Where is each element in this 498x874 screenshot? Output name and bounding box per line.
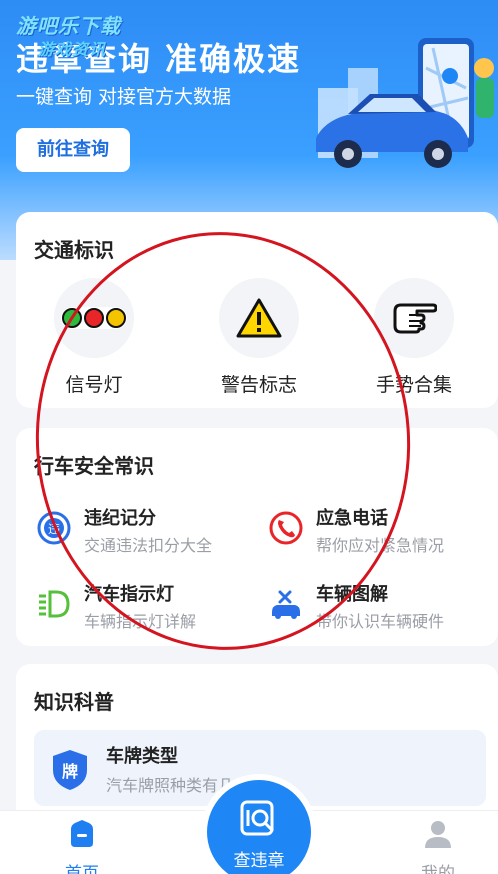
item-title: 汽车指示灯 [84, 584, 174, 605]
svg-text:违: 违 [48, 522, 60, 536]
traffic-light-icon [54, 278, 134, 358]
dashboard-light-item[interactable]: 汽车指示灯 车辆指示灯详解 [36, 580, 256, 634]
item-desc: 车辆指示灯详解 [84, 612, 197, 631]
car-diagram-icon [272, 590, 300, 619]
car-diagram-item[interactable]: 车辆图解 带你认识车辆硬件 [268, 580, 488, 634]
home-icon [71, 820, 93, 847]
user-icon [425, 821, 451, 848]
item-desc: 汽车牌照种类有几 [106, 776, 235, 795]
warning-sign-item[interactable]: 警告标志 [199, 278, 319, 397]
search-document-icon [240, 800, 274, 836]
tab-label: 首页 [65, 864, 99, 874]
query-violation-button[interactable]: 查违章 [207, 780, 311, 874]
item-title: 应急电话 [316, 508, 388, 529]
item-desc: 交通违法扣分大全 [84, 536, 213, 555]
license-plate-shield-icon: 牌 [53, 750, 87, 790]
emergency-phone-icon [269, 511, 303, 545]
section-title: 知识科普 [34, 690, 114, 714]
traffic-signs-card: 交通标识 信号灯 警告标志 手势合集 [16, 212, 498, 408]
traffic-light-item[interactable]: 信号灯 [34, 278, 154, 397]
tab-home[interactable]: 首页 [32, 817, 132, 874]
sign-label: 警告标志 [220, 374, 297, 396]
violation-points-icon: 违 [37, 511, 71, 545]
item-title: 车辆图解 [316, 584, 388, 605]
item-desc: 带你认识车辆硬件 [316, 612, 445, 631]
watermark-logo: 游吧乐下载 [16, 14, 121, 38]
car-phone-illustration [316, 38, 494, 168]
sign-label: 信号灯 [65, 374, 123, 396]
hand-gesture-item[interactable]: 手势合集 [354, 278, 474, 397]
hand-gesture-icon [374, 278, 454, 358]
section-title: 交通标识 [34, 238, 114, 262]
item-desc: 帮你应对紧急情况 [316, 536, 445, 555]
emergency-phone-item[interactable]: 应急电话 帮你应对紧急情况 [268, 504, 488, 558]
hero-subtitle: 一键查询 对接官方大数据 [16, 86, 232, 108]
warning-sign-icon [219, 278, 299, 358]
shield-badge-text: 牌 [62, 762, 78, 781]
driving-safety-card: 行车安全常识 违 违纪记分 交通违法扣分大全 应急电话 帮你应对紧急情况 汽车指… [16, 428, 498, 646]
watermark-logo-sub: 游戏资讯 [38, 40, 107, 59]
tab-label: 我的 [421, 864, 455, 874]
sign-label: 手势合集 [375, 374, 452, 396]
center-button-label: 查违章 [233, 851, 285, 871]
item-title: 车牌类型 [106, 746, 178, 767]
violation-points-item[interactable]: 违 违纪记分 交通违法扣分大全 [36, 504, 256, 558]
dashboard-light-icon [39, 590, 70, 618]
go-query-button[interactable]: 前往查询 [16, 128, 130, 172]
tab-mine[interactable]: 我的 [388, 817, 488, 874]
item-title: 违纪记分 [84, 508, 156, 529]
section-title: 行车安全常识 [34, 454, 154, 478]
